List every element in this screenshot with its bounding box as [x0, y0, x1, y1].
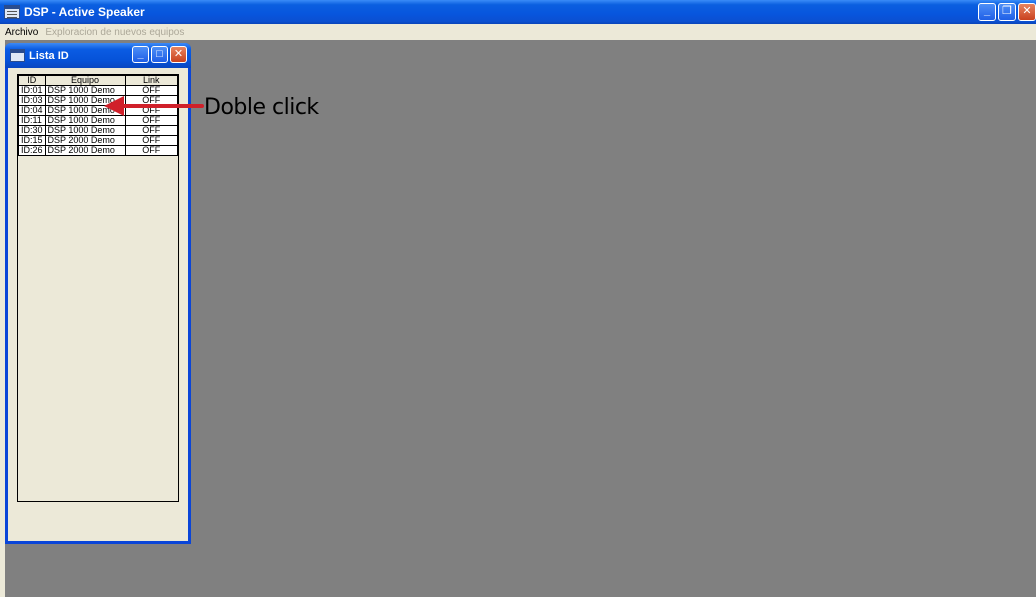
cell-link: OFF [124, 85, 179, 96]
app-title-bar[interactable]: DSP - Active Speaker _ ❐ ✕ [0, 0, 1036, 24]
table-row[interactable]: ID:15 DSP 2000 Demo OFF [18, 135, 179, 146]
lista-id-window: Lista ID _ □ ✕ ID Equipo Link ID:01 DSP … [5, 43, 191, 544]
table-row[interactable]: ID:26 DSP 2000 Demo OFF [18, 145, 179, 156]
cell-id: ID:26 [18, 145, 46, 156]
cell-equipo: DSP 1000 Demo [44, 125, 126, 136]
annotation-label: Doble click [204, 95, 319, 120]
cell-link: OFF [124, 145, 179, 156]
restore-button[interactable]: ❐ [998, 3, 1016, 21]
cell-link: OFF [124, 95, 179, 106]
device-list-grid[interactable]: ID Equipo Link ID:01 DSP 1000 Demo OFF I… [17, 74, 179, 502]
app-title: DSP - Active Speaker [24, 5, 145, 19]
table-row[interactable]: ID:01 DSP 1000 Demo OFF [18, 85, 179, 96]
column-header-equipo[interactable]: Equipo [44, 75, 126, 86]
window-icon [10, 49, 25, 62]
app-window-icon [4, 5, 20, 19]
column-header-id[interactable]: ID [18, 75, 46, 86]
menu-exploracion: Exploracion de nuevos equipos [45, 26, 185, 38]
table-header-row: ID Equipo Link [18, 75, 179, 86]
cell-id: ID:04 [18, 105, 46, 116]
lista-id-title-bar[interactable]: Lista ID _ □ ✕ [5, 43, 191, 68]
cell-equipo: DSP 1000 Demo [44, 115, 126, 126]
cell-link: OFF [124, 115, 179, 126]
menu-archivo[interactable]: Archivo [0, 27, 43, 38]
child-window-controls: _ □ ✕ [132, 46, 187, 63]
cell-link: OFF [124, 105, 179, 116]
cell-id: ID:15 [18, 135, 46, 146]
table-row[interactable]: ID:03 DSP 1000 Demo OFF [18, 95, 179, 106]
menu-bar: Archivo Exploracion de nuevos equipos [0, 24, 1036, 40]
device-table: ID Equipo Link ID:01 DSP 1000 Demo OFF I… [18, 75, 179, 156]
minimize-button[interactable]: _ [978, 3, 996, 21]
table-row[interactable]: ID:11 DSP 1000 Demo OFF [18, 115, 179, 126]
close-button[interactable]: ✕ [1018, 3, 1036, 21]
cell-id: ID:30 [18, 125, 46, 136]
child-maximize-button[interactable]: □ [151, 46, 168, 63]
cell-id: ID:03 [18, 95, 46, 106]
cell-equipo: DSP 2000 Demo [44, 135, 126, 146]
table-row[interactable]: ID:04 DSP 1000 Demo OFF [18, 105, 179, 116]
lista-id-title: Lista ID [29, 49, 69, 62]
cell-id: ID:11 [18, 115, 46, 126]
cell-link: OFF [124, 135, 179, 146]
table-row[interactable]: ID:30 DSP 1000 Demo OFF [18, 125, 179, 136]
column-header-link[interactable]: Link [124, 75, 179, 86]
cell-equipo: DSP 2000 Demo [44, 145, 126, 156]
cell-id: ID:01 [18, 85, 46, 96]
cell-equipo: DSP 1000 Demo [44, 85, 126, 96]
cell-equipo: DSP 1000 Demo [44, 105, 126, 116]
child-minimize-button[interactable]: _ [132, 46, 149, 63]
cell-link: OFF [124, 125, 179, 136]
child-close-button[interactable]: ✕ [170, 46, 187, 63]
lista-id-body: ID Equipo Link ID:01 DSP 1000 Demo OFF I… [8, 68, 188, 541]
window-controls: _ ❐ ✕ [978, 3, 1036, 21]
cell-equipo: DSP 1000 Demo [44, 95, 126, 106]
